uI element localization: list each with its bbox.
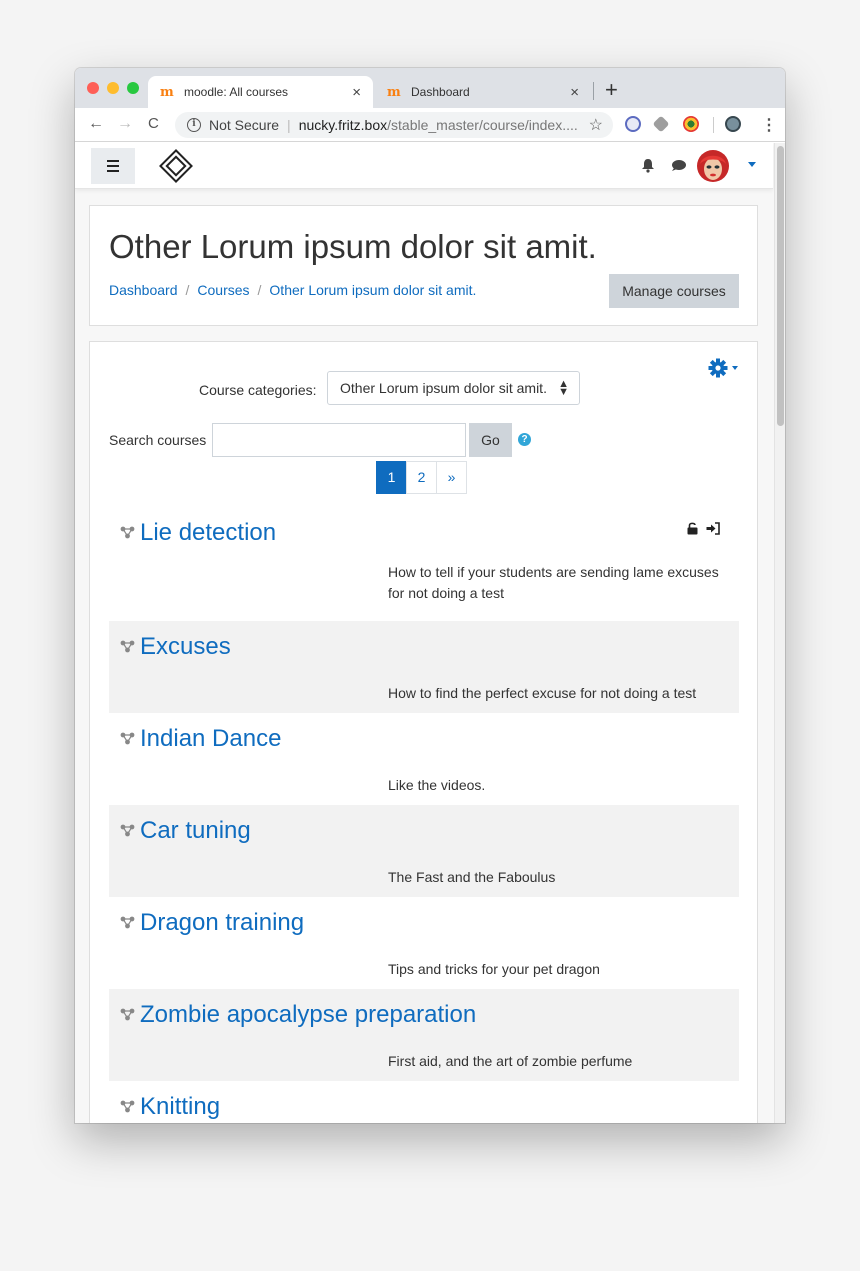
reload-button[interactable]: C: [148, 115, 159, 132]
course-summary: First aid, and the art of zombie perfume: [388, 1053, 633, 1069]
maximize-window-button[interactable]: [127, 82, 139, 94]
avatar[interactable]: [697, 150, 729, 182]
list-item: Excuses How to find the perfect excuse f…: [109, 621, 739, 713]
window-controls: [87, 82, 139, 94]
course-summary: How to tell if your students are sending…: [388, 564, 719, 601]
tab-title: moodle: All courses: [184, 85, 289, 99]
forward-button[interactable]: →: [117, 115, 133, 133]
course-icon: [120, 1100, 135, 1113]
manage-courses-button[interactable]: Manage courses: [609, 274, 739, 308]
course-icon: [120, 732, 135, 745]
help-icon[interactable]: ?: [518, 433, 531, 446]
browser-menu-icon[interactable]: ⋮: [761, 115, 777, 135]
close-tab-icon[interactable]: ×: [352, 84, 361, 101]
bell-icon[interactable]: [641, 158, 655, 178]
course-categories-label: Course categories:: [199, 382, 317, 398]
profile-icon[interactable]: [725, 116, 741, 132]
list-item: Knitting: [109, 1081, 739, 1123]
course-name-link[interactable]: Lie detection: [140, 519, 276, 547]
unlock-icon: [687, 522, 698, 535]
course-category-select[interactable]: Other Lorum ipsum dolor sit amit. ▲ ▼: [327, 371, 580, 405]
tab-all-courses[interactable]: m moodle: All courses ×: [148, 76, 373, 108]
course-summary: Tips and tricks for your pet dragon: [388, 961, 600, 977]
gear-icon[interactable]: [708, 358, 728, 378]
page-2-link[interactable]: 2: [406, 461, 437, 494]
course-icon: [120, 640, 135, 653]
page-viewport: Other Lorum ipsum dolor sit amit. Dashbo…: [75, 143, 785, 1123]
scrollbar-thumb[interactable]: [777, 146, 784, 426]
tab-separator: [593, 82, 594, 100]
pagination: 1 2 »: [376, 461, 467, 494]
enrolment-icons: [687, 522, 720, 535]
settings-menu[interactable]: [708, 358, 738, 378]
next-page-link[interactable]: »: [436, 461, 467, 494]
security-status: Not Secure: [209, 117, 280, 133]
course-icon: [120, 1008, 135, 1021]
course-icon: [120, 526, 135, 539]
course-listing: Course categories: Other Lorum ipsum dol…: [89, 341, 758, 1123]
close-tab-icon[interactable]: ×: [570, 84, 579, 101]
moodle-favicon-icon: m: [387, 84, 401, 100]
select-arrows-icon: ▲ ▼: [558, 378, 569, 398]
toolbar-divider: [713, 117, 714, 133]
site-logo[interactable]: [159, 149, 193, 188]
info-icon[interactable]: i: [187, 118, 201, 132]
course-icon: [120, 824, 135, 837]
breadcrumb-divider: /: [257, 282, 262, 298]
course-name-link[interactable]: Excuses: [140, 633, 231, 661]
go-button[interactable]: Go: [469, 423, 512, 457]
search-courses-input[interactable]: [212, 423, 466, 457]
url-host: nucky.fritz.box: [298, 117, 388, 133]
extension-icon[interactable]: [625, 116, 641, 132]
breadcrumb-divider: /: [185, 282, 190, 298]
moodle-favicon-icon: m: [160, 84, 174, 100]
minimize-window-button[interactable]: [107, 82, 119, 94]
list-item: Zombie apocalypse preparation First aid,…: [109, 989, 739, 1081]
breadcrumb: Dashboard / Courses / Other Lorum ipsum dolo…: [109, 282, 476, 298]
new-tab-button[interactable]: +: [605, 77, 618, 103]
list-item: Car tuning The Fast and the Faboulus: [109, 805, 739, 897]
course-icon: [120, 916, 135, 929]
close-window-button[interactable]: [87, 82, 99, 94]
course-name-link[interactable]: Zombie apocalypse preparation: [140, 1001, 476, 1029]
page-scrollbar[interactable]: [774, 143, 785, 1123]
course-summary: Like the videos.: [388, 777, 486, 793]
search-courses-label: Search courses: [109, 432, 207, 448]
list-item: Dragon training Tips and tricks for your…: [109, 897, 739, 989]
url-separator: |: [287, 117, 291, 133]
course-category-value: Other Lorum ipsum dolor sit amit.: [340, 380, 547, 396]
course-name-link[interactable]: Knitting: [140, 1093, 220, 1121]
course-name-link[interactable]: Dragon training: [140, 909, 304, 937]
enrol-icon: [706, 522, 720, 535]
address-bar[interactable]: i Not Secure | nucky.fritz.box/stable_ma…: [175, 112, 613, 138]
breadcrumb-dashboard[interactable]: Dashboard: [109, 282, 178, 298]
course-list: Lie detection How to tell if your studen…: [109, 507, 739, 1123]
list-item: Indian Dance Like the videos.: [109, 713, 739, 805]
tab-title: Dashboard: [411, 85, 470, 99]
breadcrumb-courses[interactable]: Courses: [197, 282, 249, 298]
browser-window: m moodle: All courses × m Dashboard × + …: [75, 68, 785, 1123]
tab-strip: m moodle: All courses × m Dashboard × +: [75, 68, 785, 108]
course-summary: The Fast and the Faboulus: [388, 869, 556, 885]
breadcrumb-category[interactable]: Other Lorum ipsum dolor sit amit.: [269, 282, 476, 298]
url-path: /stable_master/course/index....: [387, 117, 578, 133]
course-summary: How to find the perfect excuse for not d…: [388, 685, 697, 701]
drive-extension-icon[interactable]: [652, 115, 670, 133]
page-1-link[interactable]: 1: [376, 461, 407, 494]
chat-icon[interactable]: [671, 159, 687, 177]
browser-toolbar: ← → C i Not Secure | nucky.fritz.box/sta…: [75, 108, 785, 142]
course-name-link[interactable]: Car tuning: [140, 817, 251, 845]
chevron-down-icon: [732, 366, 738, 370]
user-menu-caret-icon[interactable]: [748, 162, 756, 167]
tab-dashboard[interactable]: m Dashboard ×: [375, 76, 591, 108]
hamburger-icon[interactable]: [91, 148, 135, 184]
moodle-navbar: [75, 143, 773, 189]
extension-icon[interactable]: [683, 116, 699, 132]
back-button[interactable]: ←: [88, 115, 104, 133]
bookmark-star-icon[interactable]: ☆: [589, 115, 603, 135]
page-title: Other Lorum ipsum dolor sit amit.: [109, 228, 597, 265]
course-name-link[interactable]: Indian Dance: [140, 725, 281, 753]
page-header: Other Lorum ipsum dolor sit amit. Dashbo…: [89, 205, 758, 326]
list-item: Lie detection How to tell if your studen…: [109, 507, 739, 621]
